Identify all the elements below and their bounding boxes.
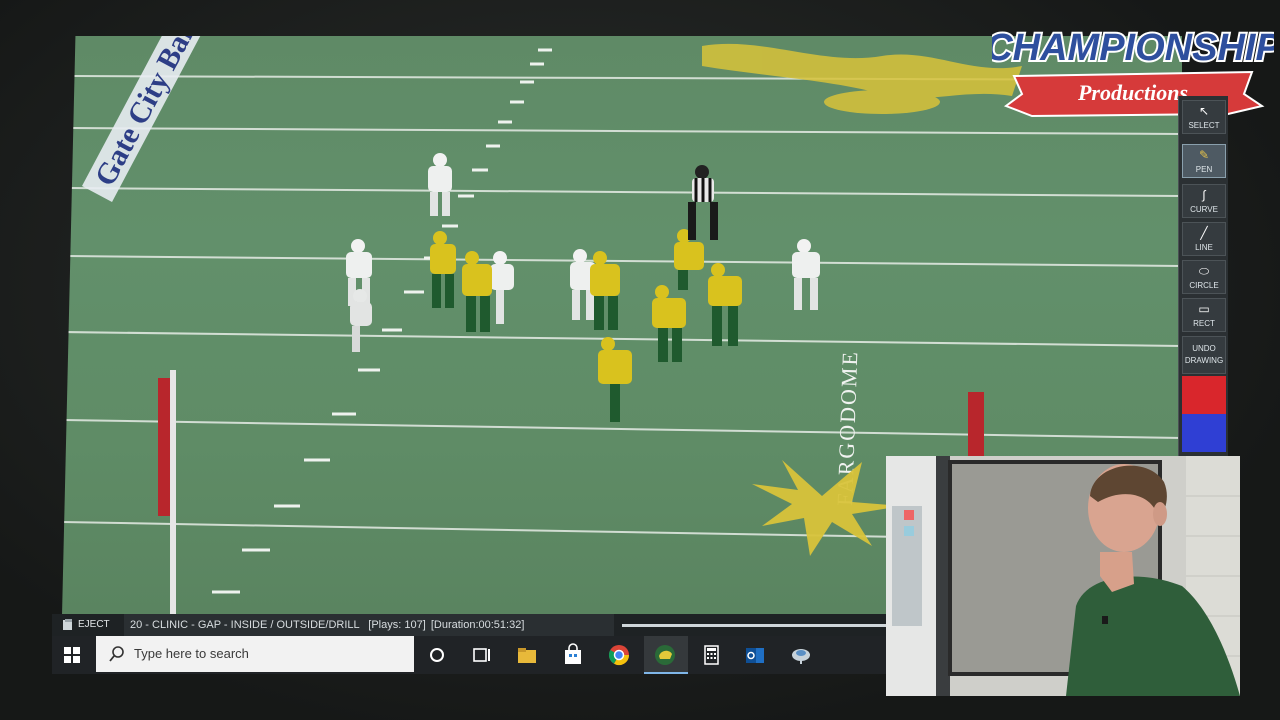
line-icon: ╱ bbox=[1200, 226, 1208, 240]
tool-line[interactable]: ╱ LINE bbox=[1182, 222, 1226, 256]
file-explorer-icon[interactable] bbox=[514, 642, 540, 668]
windows-taskbar: Type here to search bbox=[52, 636, 888, 674]
pylon-pole-left bbox=[170, 370, 176, 614]
tool-select-label: SELECT bbox=[1188, 121, 1220, 130]
windows-start-icon[interactable] bbox=[58, 642, 86, 668]
tool-circle-label: CIRCLE bbox=[1189, 281, 1219, 290]
cursor-icon: ↖ bbox=[1198, 104, 1210, 118]
playback-info-bar: EJECT 20 - CLINIC - GAP - INSIDE / OUTSI… bbox=[52, 614, 932, 636]
pen-icon: ✎ bbox=[1198, 148, 1210, 162]
chrome-icon[interactable] bbox=[606, 642, 632, 668]
presenter-webcam-overlay bbox=[886, 456, 1240, 696]
clip-title: 20 - CLINIC - GAP - INSIDE / OUTSIDE/DRI… bbox=[130, 619, 360, 631]
plays-count: [Plays: 107] bbox=[368, 619, 426, 631]
championship-productions-logo: CHAMPIONSHIP Productions bbox=[992, 25, 1274, 118]
rect-icon: ▭ bbox=[1198, 302, 1210, 316]
tool-undo-drawing[interactable]: UNDO DRAWING bbox=[1182, 336, 1226, 374]
search-placeholder: Type here to search bbox=[134, 646, 249, 661]
bison-app-icon[interactable] bbox=[652, 642, 678, 668]
calculator-icon[interactable] bbox=[698, 642, 724, 668]
presenter-scene bbox=[886, 456, 1240, 696]
end-zone-lettering: Gate City Bank Field bbox=[82, 36, 246, 202]
color-swatch-red[interactable] bbox=[1182, 376, 1226, 414]
video-frame: Gate City Bank Field FARGODOME CHAMPIONS… bbox=[0, 0, 1280, 720]
curve-icon: ∫ bbox=[1202, 188, 1206, 202]
logo-line-1: CHAMPIONSHIP bbox=[992, 27, 1274, 69]
tool-curve-label: CURVE bbox=[1190, 205, 1218, 214]
logo-line-2: Productions bbox=[1077, 80, 1188, 105]
eject-label: EJECT bbox=[78, 619, 110, 630]
eject-button[interactable]: EJECT bbox=[56, 616, 114, 634]
end-zone-text: Gate City Bank Field bbox=[89, 36, 246, 191]
tool-select[interactable]: ↖ SELECT bbox=[1182, 100, 1226, 134]
clip-duration: [Duration:00:51:32] bbox=[430, 619, 525, 631]
search-icon bbox=[109, 646, 124, 662]
network-icon[interactable] bbox=[788, 642, 814, 668]
drawing-toolbar: ↖ SELECT ✎ PEN ∫ CURVE ╱ LINE ⬭ CIRCLE ▭… bbox=[1178, 96, 1228, 456]
midfield-bison-logo bbox=[752, 460, 902, 556]
tool-pen[interactable]: ✎ PEN bbox=[1182, 144, 1226, 178]
tool-line-label: LINE bbox=[1195, 243, 1213, 252]
tool-rect[interactable]: ▭ RECT bbox=[1182, 298, 1226, 332]
away-players bbox=[346, 153, 820, 352]
referee bbox=[688, 165, 718, 240]
taskbar-search-box[interactable]: Type here to search bbox=[96, 636, 414, 672]
tool-circle[interactable]: ⬭ CIRCLE bbox=[1182, 260, 1226, 294]
circle-icon: ⬭ bbox=[1198, 264, 1210, 278]
color-swatch-blue[interactable] bbox=[1182, 414, 1226, 452]
tool-pen-label: PEN bbox=[1195, 165, 1213, 174]
eject-icon bbox=[63, 619, 72, 630]
tool-rect-label: RECT bbox=[1193, 319, 1215, 328]
store-icon[interactable] bbox=[560, 642, 586, 668]
cortana-icon[interactable] bbox=[424, 642, 450, 668]
outlook-icon[interactable] bbox=[742, 642, 768, 668]
clip-info: 20 - CLINIC - GAP - INSIDE / OUTSIDE/DRI… bbox=[124, 614, 614, 636]
task-view-icon[interactable] bbox=[468, 642, 494, 668]
pylon-right bbox=[968, 392, 984, 456]
tool-undo-label: UNDO DRAWING bbox=[1184, 344, 1224, 365]
tool-curve[interactable]: ∫ CURVE bbox=[1182, 184, 1226, 218]
